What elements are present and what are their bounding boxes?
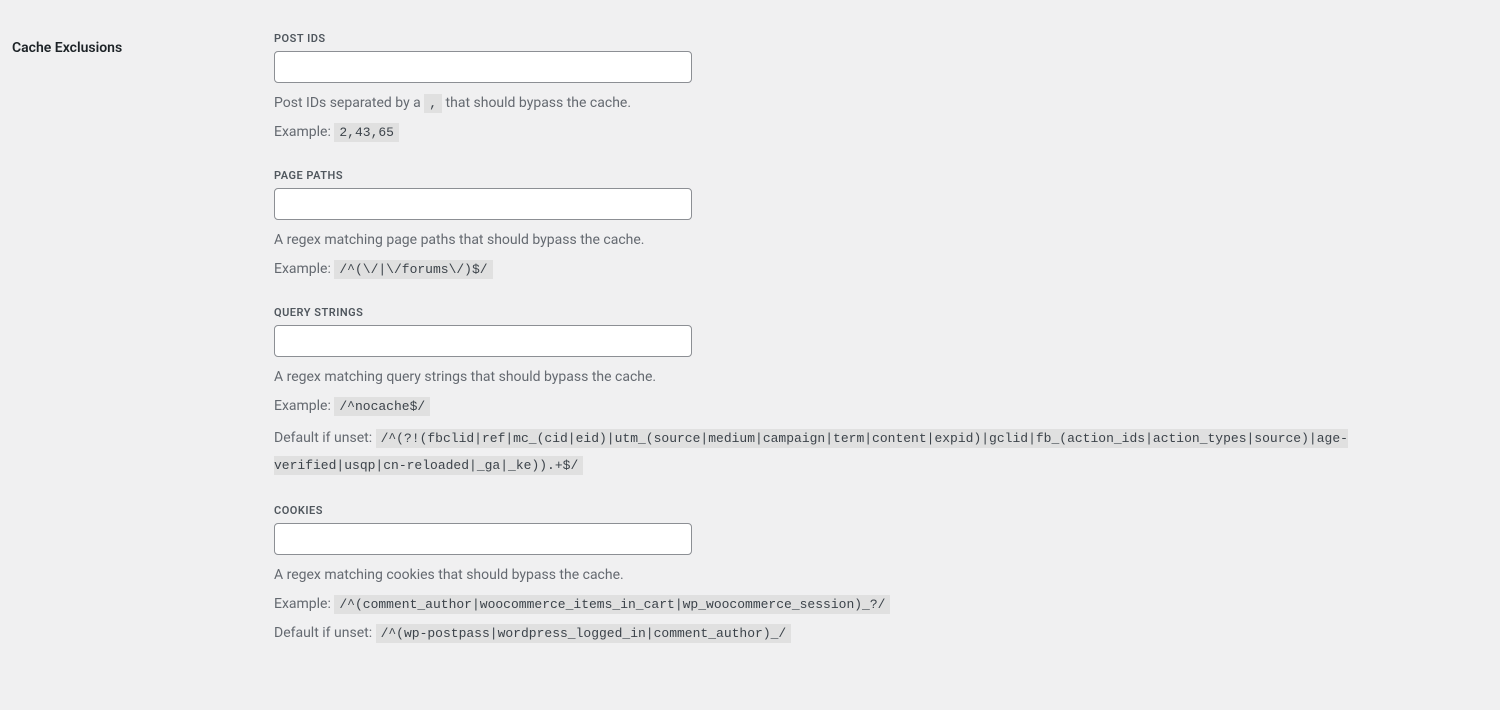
page-paths-example: Example: /^(\/|\/forums\/)$/: [274, 259, 1480, 280]
cookies-field: COOKIES A regex matching cookies that sh…: [274, 504, 1480, 644]
query-strings-description: A regex matching query strings that shou…: [274, 367, 1480, 388]
section-title: Cache Exclusions: [0, 32, 274, 56]
default-code: /^(wp-postpass|wordpress_logged_in|comme…: [376, 624, 792, 643]
cookies-input[interactable]: [274, 523, 692, 555]
cookies-default: Default if unset: /^(wp-postpass|wordpre…: [274, 623, 1480, 644]
query-strings-default: Default if unset: /^(?!(fbclid|ref|mc_(c…: [274, 425, 1480, 478]
post-ids-description: Post IDs separated by a , that should by…: [274, 93, 1480, 114]
page-paths-input[interactable]: [274, 188, 692, 220]
page-paths-label: PAGE PATHS: [274, 169, 1480, 182]
example-code: 2,43,65: [334, 123, 399, 142]
query-strings-example: Example: /^nocache$/: [274, 396, 1480, 417]
query-strings-label: QUERY STRINGS: [274, 306, 1480, 319]
example-prefix: Example:: [274, 398, 334, 414]
default-prefix: Default if unset:: [274, 625, 376, 641]
cache-exclusions-section: Cache Exclusions POST IDS Post IDs separ…: [0, 0, 1500, 670]
separator-code: ,: [424, 94, 442, 113]
example-code: /^(comment_author|woocommerce_items_in_c…: [334, 595, 890, 614]
cookies-description: A regex matching cookies that should byp…: [274, 565, 1480, 586]
query-strings-input[interactable]: [274, 325, 692, 357]
post-ids-example: Example: 2,43,65: [274, 122, 1480, 143]
example-code: /^nocache$/: [334, 397, 430, 416]
example-prefix: Example:: [274, 124, 334, 140]
page-paths-description: A regex matching page paths that should …: [274, 230, 1480, 251]
example-prefix: Example:: [274, 261, 334, 277]
post-ids-input[interactable]: [274, 51, 692, 83]
post-ids-label: POST IDS: [274, 32, 1480, 45]
default-code: /^(?!(fbclid|ref|mc_(cid|eid)|utm_(sourc…: [274, 429, 1348, 475]
cookies-label: COOKIES: [274, 504, 1480, 517]
fields-column: POST IDS Post IDs separated by a , that …: [274, 32, 1500, 670]
example-prefix: Example:: [274, 596, 334, 612]
post-ids-field: POST IDS Post IDs separated by a , that …: [274, 32, 1480, 143]
example-code: /^(\/|\/forums\/)$/: [334, 260, 492, 279]
default-prefix: Default if unset:: [274, 430, 376, 446]
desc-text: that should bypass the cache.: [442, 95, 631, 111]
desc-text: Post IDs separated by a: [274, 95, 424, 111]
page-paths-field: PAGE PATHS A regex matching page paths t…: [274, 169, 1480, 280]
query-strings-field: QUERY STRINGS A regex matching query str…: [274, 306, 1480, 478]
cookies-example: Example: /^(comment_author|woocommerce_i…: [274, 594, 1480, 615]
